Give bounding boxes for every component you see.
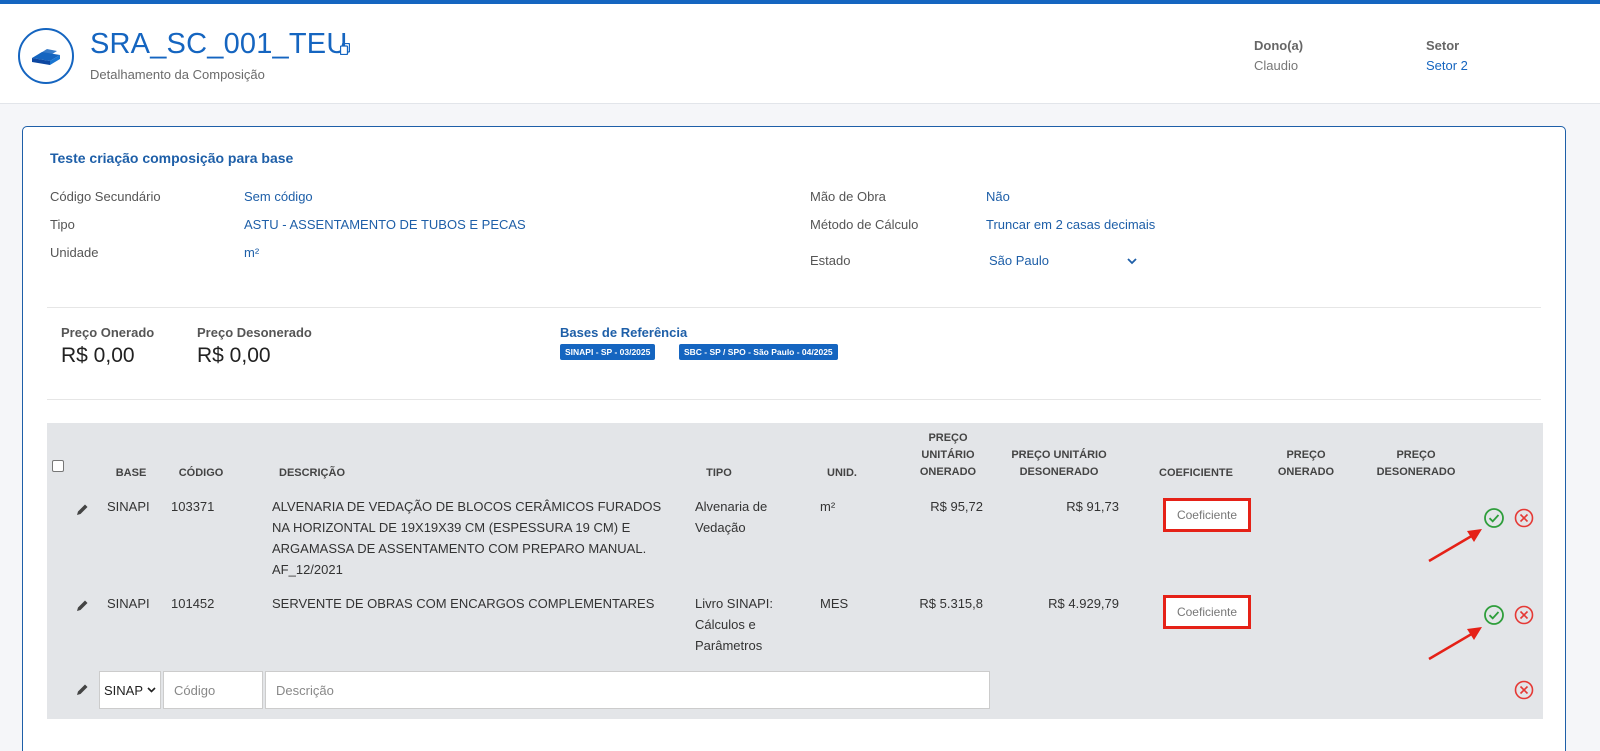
row-tipo: Alvenaria de Vedação (695, 499, 768, 535)
composition-items-table: BASE CÓDIGO DESCRIÇÃO TIPO UNID. PREÇO U… (47, 423, 1543, 719)
col-tipo: TIPO (706, 467, 732, 479)
select-all-checkbox[interactable] (52, 460, 64, 472)
price-desonerado-label: Preço Desonerado (197, 325, 312, 340)
row-base: SINAPI (107, 596, 150, 611)
price-onerado-value: R$ 0,00 (61, 344, 135, 367)
confirm-check-icon[interactable] (1483, 604, 1505, 626)
remove-row-icon[interactable] (1513, 604, 1535, 626)
composition-logo (18, 28, 74, 84)
labor-value: Não (986, 189, 1010, 204)
remove-row-icon[interactable] (1513, 507, 1535, 529)
labor-label: Mão de Obra (810, 189, 886, 204)
row-base: SINAPI (107, 499, 150, 514)
section-divider (47, 399, 1541, 400)
calc-method-label: Método de Cálculo (810, 217, 919, 232)
remove-row-icon[interactable] (1513, 679, 1535, 701)
row-pu-onerado: R$ 5.315,8 (919, 596, 983, 611)
col-pu-desonerado: PREÇO UNITÁRIO DESONERADO (1011, 449, 1107, 478)
chevron-down-icon (147, 687, 156, 693)
col-base: BASE (115, 467, 147, 479)
row-tipo: Livro SINAPI: Cálculos e Parâmetros (695, 596, 774, 653)
composition-card: Teste criação composição para base Códig… (22, 126, 1566, 751)
unit-label: Unidade (50, 245, 99, 260)
reference-base-tag: SINAPI - SP - 03/2025 (560, 344, 656, 360)
col-codigo: CÓDIGO (178, 467, 224, 479)
reference-bases-title: Bases de Referência (560, 325, 688, 340)
brick-icon (32, 49, 60, 65)
row-unid: MES (820, 596, 849, 611)
col-unid: UNID. (827, 467, 857, 479)
row-pu-desonerado: R$ 4.929,79 (1048, 596, 1119, 611)
col-pu-onerado: PREÇO UNITÁRIO ONERADO (919, 432, 977, 478)
row-codigo: 103371 (171, 499, 215, 514)
type-value: ASTU - ASSENTAMENTO DE TUBOS E PECAS (244, 217, 526, 232)
annotation-arrow (1428, 627, 1482, 661)
descricao-input[interactable]: Descrição (265, 671, 990, 709)
sector-value[interactable]: Setor 2 (1426, 58, 1468, 73)
edit-pencil-icon[interactable] (75, 599, 89, 613)
col-preco-desonerado: PREÇO DESONERADO (1376, 449, 1456, 478)
page-subtitle: Detalhamento da Composição (90, 67, 265, 82)
edit-pencil-icon[interactable] (75, 503, 89, 517)
coeficiente-input[interactable]: Coeficiente (1163, 595, 1251, 629)
col-coeficiente: COEFICIENTE (1159, 467, 1233, 479)
codigo-input[interactable]: Código (163, 671, 263, 709)
row-descricao: ALVENARIA DE VEDAÇÃO DE BLOCOS CERÂMICOS… (272, 499, 662, 577)
col-descricao: DESCRIÇÃO (279, 467, 346, 479)
base-select-value: SINAP (104, 682, 144, 698)
section-divider (47, 307, 1541, 308)
row-pu-onerado: R$ 95,72 (930, 499, 983, 514)
base-select[interactable]: SINAP (99, 671, 161, 709)
row-unid: m² (820, 499, 836, 514)
unit-value: m² (244, 245, 260, 260)
row-descricao: SERVENTE DE OBRAS COM ENCARGOS COMPLEMEN… (272, 596, 655, 611)
secondary-code-label: Código Secundário (50, 189, 161, 204)
price-desonerado-value: R$ 0,00 (197, 344, 271, 367)
owner-label: Dono(a) (1254, 38, 1304, 53)
price-onerado-label: Preço Onerado (61, 325, 155, 340)
coeficiente-input[interactable]: Coeficiente (1163, 498, 1251, 532)
reference-base-tag: SBC - SP / SPO - São Paulo - 04/2025 (679, 344, 838, 360)
page-header: SRA_SC_001_TEU Detalhamento da Composiçã… (0, 4, 1600, 104)
owner-value: Claudio (1254, 58, 1299, 73)
row-codigo: 101452 (171, 596, 215, 611)
col-preco-onerado: PREÇO ONERADO (1277, 449, 1335, 478)
row-pu-desonerado: R$ 91,73 (1066, 499, 1119, 514)
state-label: Estado (810, 253, 851, 268)
confirm-check-icon[interactable] (1483, 507, 1505, 529)
type-label: Tipo (50, 217, 75, 232)
copy-icon[interactable] (340, 43, 350, 55)
edit-pencil-icon (77, 684, 88, 695)
calc-method-value: Truncar em 2 casas decimais (986, 217, 1156, 232)
chevron-down-icon[interactable] (1127, 258, 1137, 265)
sector-label: Setor (1426, 38, 1460, 53)
page-title: SRA_SC_001_TEU (90, 28, 348, 60)
annotation-arrow (1428, 529, 1482, 563)
state-select[interactable]: São Paulo (989, 253, 1049, 268)
composition-name: Teste criação composição para base (50, 150, 294, 166)
secondary-code-value: Sem código (244, 189, 313, 204)
